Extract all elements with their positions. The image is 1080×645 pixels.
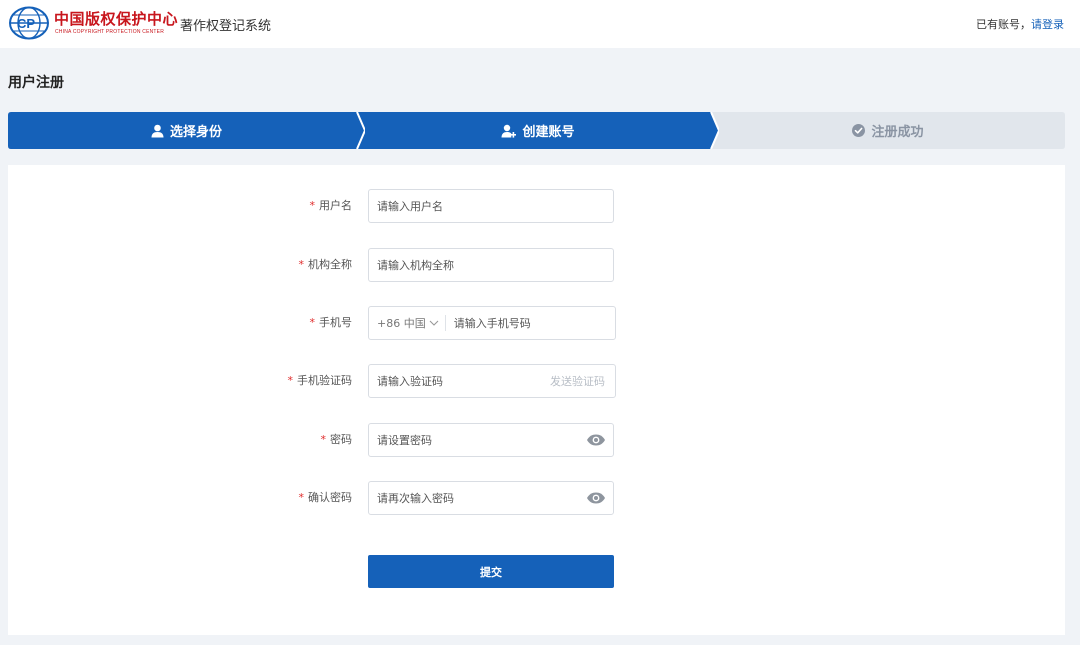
top-bar: CP 中国版权保护中心 CHINA COPYRIGHT PROTECTION C…: [0, 0, 1080, 48]
step-select-identity: 选择身份: [8, 112, 365, 149]
login-link[interactable]: 请登录: [1031, 18, 1064, 31]
step-1-label: 选择身份: [169, 125, 222, 140]
form-row-password: * 密码: [8, 423, 1065, 457]
app-title: 著作权登记系统: [180, 19, 272, 34]
required-mark: *: [287, 374, 294, 387]
show-password-toggle[interactable]: [585, 433, 607, 447]
form-row-confirm-password: * 确认密码: [8, 481, 1065, 515]
phone-input[interactable]: [445, 307, 615, 339]
chevron-down-icon: [429, 320, 439, 326]
form-row-phone: * 手机号 +86 中国: [8, 306, 1065, 340]
required-mark: *: [298, 491, 305, 504]
phone-field: +86 中国: [368, 306, 616, 340]
user-add-icon: [501, 124, 517, 138]
required-mark: *: [309, 199, 316, 212]
sms-code-input[interactable]: [369, 365, 550, 397]
username-input[interactable]: [369, 190, 613, 222]
copyright-center-logo-icon: CP: [9, 6, 49, 40]
login-prompt: 已有账号，请登录: [976, 16, 1064, 32]
step-3-label: 注册成功: [871, 125, 924, 140]
username-label: * 用户名: [309, 199, 353, 212]
org-name-field: [368, 248, 614, 282]
country-code-value: +86 中国: [377, 317, 426, 330]
check-circle-icon: [852, 124, 866, 137]
logo-english-name: CHINA COPYRIGHT PROTECTION CENTER: [55, 29, 165, 35]
step-2-label: 创建账号: [522, 125, 575, 140]
username-field: [368, 189, 614, 223]
page-title: 用户注册: [8, 75, 64, 91]
password-field: [368, 423, 614, 457]
country-code-select[interactable]: +86 中国: [369, 307, 445, 339]
send-code-button[interactable]: 发送验证码: [550, 373, 615, 389]
org-name-label: * 机构全称: [298, 258, 353, 271]
form-row-username: * 用户名: [8, 189, 1065, 223]
registration-steps: 注册成功 创建账号 选择身份: [8, 112, 1065, 149]
confirm-password-input[interactable]: [369, 482, 585, 514]
submit-button[interactable]: 提交: [368, 555, 614, 588]
confirm-password-label: * 确认密码: [298, 491, 353, 504]
form-row-sms-code: *手机验证码 发送验证码: [8, 364, 1065, 398]
svg-text:CP: CP: [17, 16, 35, 31]
registration-form-panel: *用户名 *机构全称 *手机号 +86 中国 *手机验证码 发送验证码: [8, 165, 1065, 635]
required-mark: *: [298, 258, 305, 271]
user-icon: [151, 124, 164, 137]
sms-code-label: * 手机验证码: [287, 374, 353, 387]
sms-code-field: 发送验证码: [368, 364, 616, 398]
form-row-org-name: * 机构全称: [8, 248, 1065, 282]
step-register-success: 注册成功: [711, 112, 1065, 149]
eye-icon: [587, 434, 605, 446]
show-confirm-password-toggle[interactable]: [585, 491, 607, 505]
step-create-account: 创建账号: [357, 112, 719, 149]
confirm-password-field: [368, 481, 614, 515]
org-name-input[interactable]: [369, 249, 613, 281]
logo-chinese-name: 中国版权保护中心: [54, 10, 179, 28]
required-mark: *: [320, 433, 327, 446]
phone-label: * 手机号: [309, 316, 353, 329]
account-question: 已有账号，: [976, 18, 1031, 31]
password-input[interactable]: [369, 424, 585, 456]
eye-icon: [587, 492, 605, 504]
required-mark: *: [309, 316, 316, 329]
password-label: * 密码: [320, 433, 353, 446]
